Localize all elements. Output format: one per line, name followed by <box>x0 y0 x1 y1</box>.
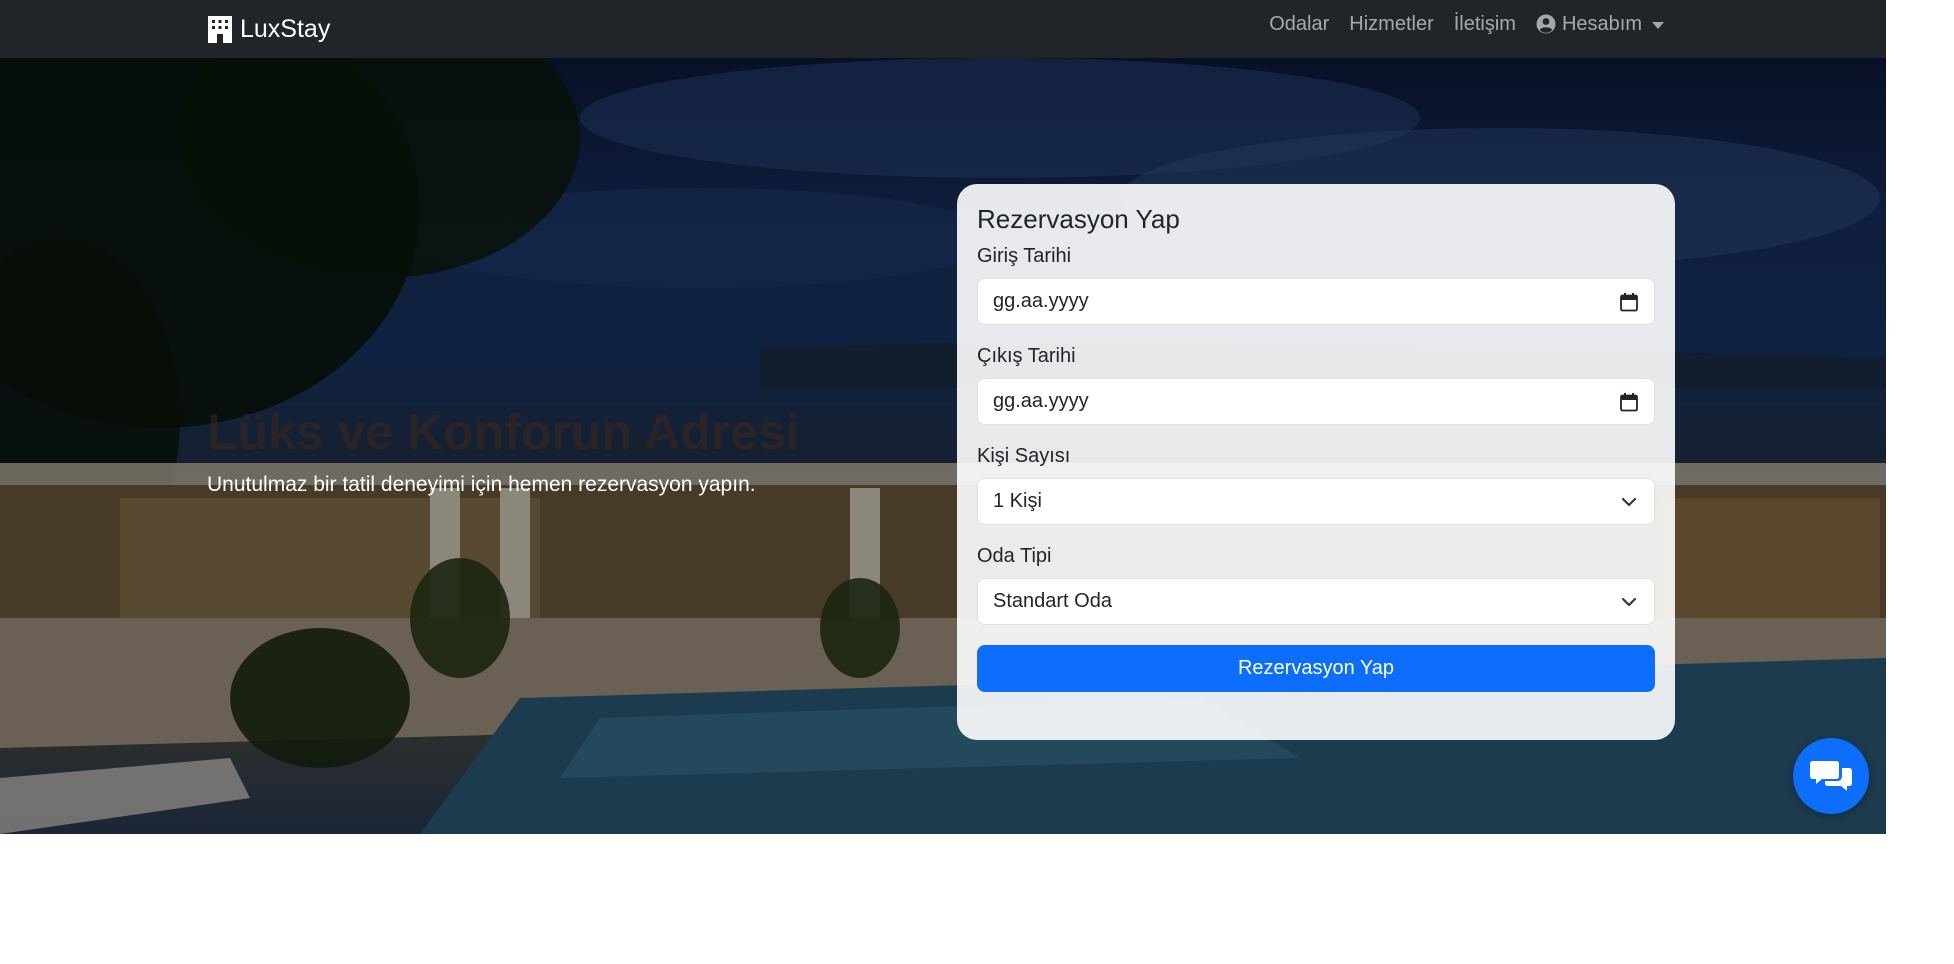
user-circle-icon <box>1536 14 1556 34</box>
reservation-card: Rezervasyon Yap Giriş Tarihi gg.aa.yyyy … <box>957 184 1675 740</box>
hero-title: Lüks ve Konforun Adresi <box>207 404 800 460</box>
chevron-down-icon <box>1621 497 1637 506</box>
nav-links: Odalar Hizmetler İletişim Hesabım <box>1249 0 1664 48</box>
reserve-button[interactable]: Rezervasyon Yap <box>977 645 1655 692</box>
guests-selected-value: 1 Kişi <box>993 490 1042 512</box>
checkin-placeholder: gg.aa.yyyy <box>993 290 1089 312</box>
hotel-icon <box>208 16 232 43</box>
brand-link[interactable]: LuxStay <box>207 9 330 49</box>
checkin-date-input[interactable]: gg.aa.yyyy <box>977 278 1655 325</box>
room-type-select[interactable]: Standart Oda <box>977 578 1655 625</box>
chat-button[interactable] <box>1793 738 1869 814</box>
chat-icon <box>1810 761 1852 791</box>
brand-name: LuxStay <box>240 14 331 43</box>
guests-label: Kişi Sayısı <box>977 445 1071 467</box>
checkout-placeholder: gg.aa.yyyy <box>993 390 1089 412</box>
calendar-icon[interactable] <box>1619 292 1639 312</box>
viewport: LuxStay Odalar Hizmetler İletişim Hesabı… <box>0 0 1886 834</box>
guests-select[interactable]: 1 Kişi <box>977 478 1655 525</box>
hero-subtitle: Unutulmaz bir tatil deneyimi için hemen … <box>207 473 756 496</box>
chevron-down-icon <box>1621 597 1637 606</box>
checkout-label: Çıkış Tarihi <box>977 345 1076 367</box>
nav-link-iletisim[interactable]: İletişim <box>1454 13 1516 36</box>
caret-down-icon <box>1652 21 1664 29</box>
room-type-selected-value: Standart Oda <box>993 590 1112 612</box>
nav-link-odalar[interactable]: Odalar <box>1269 13 1329 36</box>
nav-link-hizmetler[interactable]: Hizmetler <box>1349 13 1433 36</box>
checkin-label: Giriş Tarihi <box>977 245 1072 267</box>
navbar: LuxStay Odalar Hizmetler İletişim Hesabı… <box>0 0 1886 58</box>
account-label: Hesabım <box>1561 12 1642 35</box>
calendar-icon[interactable] <box>1619 392 1639 412</box>
room-type-label: Oda Tipi <box>977 545 1052 567</box>
account-dropdown[interactable]: Hesabım <box>1536 13 1664 36</box>
checkout-date-input[interactable]: gg.aa.yyyy <box>977 378 1655 425</box>
reservation-heading: Rezervasyon Yap <box>977 204 1180 234</box>
